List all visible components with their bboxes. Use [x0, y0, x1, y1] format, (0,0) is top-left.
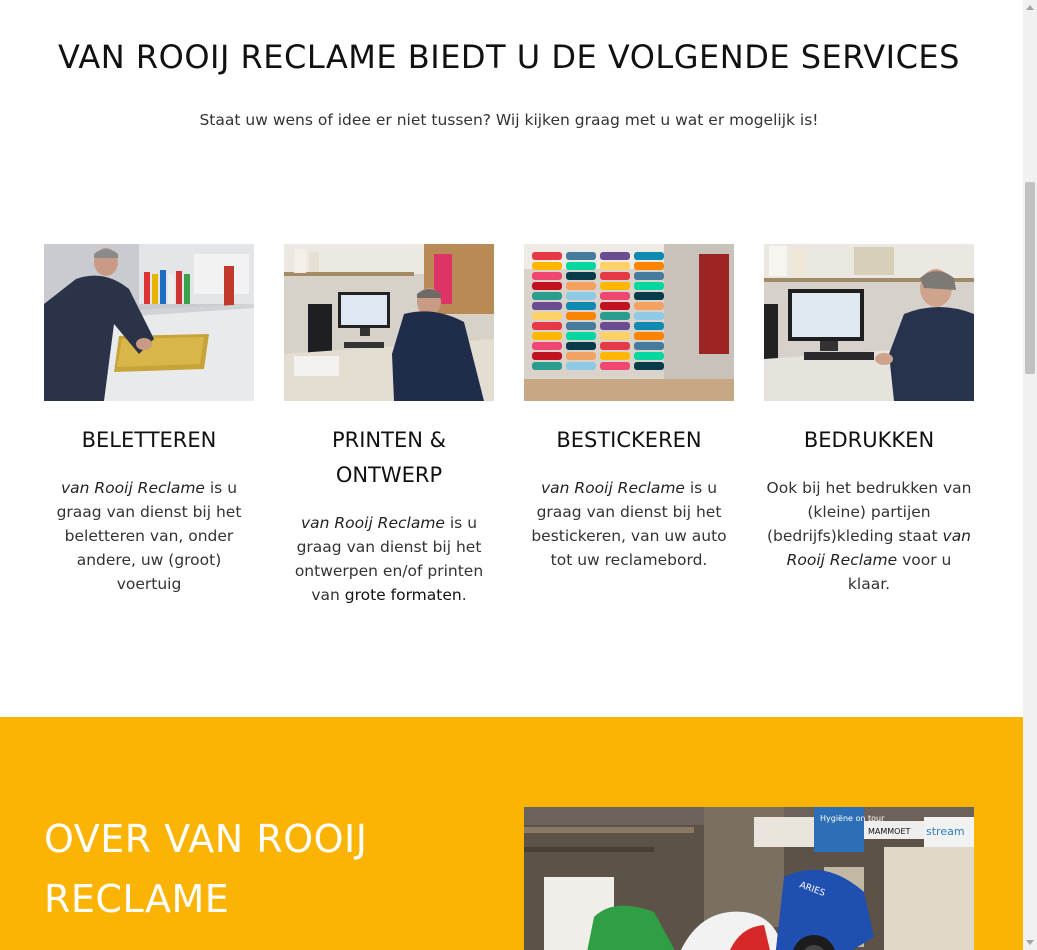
vinyl-roll — [600, 322, 630, 330]
service-photo-printen — [284, 244, 494, 401]
service-card-beletteren: BELETTEREN van Rooij Reclame is u graag … — [44, 244, 254, 596]
vinyl-roll — [634, 252, 664, 260]
vinyl-roll — [634, 342, 664, 350]
vinyl-roll — [566, 282, 596, 290]
brand-name: van Rooij Reclame — [60, 479, 205, 497]
vinyl-roll — [634, 332, 664, 340]
brand-name: van Rooij Reclame — [540, 479, 685, 497]
vinyl-roll — [566, 332, 596, 340]
vinyl-roll — [634, 302, 664, 310]
vinyl-roll — [600, 352, 630, 360]
vinyl-roll — [634, 262, 664, 270]
brand-name: van Rooij Reclame — [300, 514, 445, 532]
service-title-bedrukken: BEDRUKKEN — [803, 428, 935, 452]
scroll-down-icon[interactable] — [1026, 940, 1034, 945]
scroll-up-icon[interactable] — [1026, 5, 1034, 10]
page: VAN ROOIJ RECLAME BIEDT U DE VOLGENDE SE… — [0, 0, 1023, 950]
service-text-lead: Ook bij het bedrukken van (kleine) parti… — [766, 479, 972, 545]
vinyl-roll — [600, 302, 630, 310]
vinyl-roll — [566, 272, 596, 280]
vinyl-roll — [600, 292, 630, 300]
vinyl-roll — [634, 272, 664, 280]
service-title-bestickeren: BESTICKEREN — [556, 428, 702, 452]
vinyl-roll — [600, 262, 630, 270]
service-title-printen: PRINTEN & ONTWERP — [331, 428, 446, 487]
service-photo-bedrukken — [764, 244, 974, 401]
vinyl-roll — [566, 292, 596, 300]
about-title: OVER VAN ROOIJ RECLAME — [44, 817, 368, 921]
vinyl-roll — [532, 312, 562, 320]
service-text-beletteren: van Rooij Reclame is u graag van dienst … — [44, 476, 254, 596]
vinyl-roll — [566, 252, 596, 260]
scroll-thumb[interactable] — [1025, 182, 1035, 374]
vinyl-roll — [600, 332, 630, 340]
service-title-beletteren: BELETTEREN — [81, 428, 217, 452]
vinyl-roll — [634, 362, 664, 370]
service-photo-bestickeren — [524, 244, 734, 401]
service-text-strong: grote formaten — [344, 586, 462, 604]
about-section: OVER VAN ROOIJ RECLAME Hygiëne on tour M… — [0, 717, 1023, 950]
vinyl-roll — [566, 352, 596, 360]
vinyl-roll — [566, 312, 596, 320]
vinyl-roll — [566, 322, 596, 330]
service-card-bedrukken: BEDRUKKEN Ook bij het bedrukken van (kle… — [764, 244, 974, 596]
photo-sign-3: stream — [926, 825, 965, 838]
scrollbar[interactable] — [1023, 0, 1037, 950]
vinyl-roll — [532, 362, 562, 370]
vinyl-roll — [532, 282, 562, 290]
service-text-bestickeren: van Rooij Reclame is u graag van dienst … — [524, 476, 734, 572]
vinyl-roll — [600, 272, 630, 280]
vinyl-roll — [600, 342, 630, 350]
vinyl-roll — [634, 282, 664, 290]
vinyl-roll — [566, 362, 596, 370]
service-card-printen: PRINTEN & ONTWERP van Rooij Reclame is u… — [284, 244, 494, 607]
vinyl-roll — [634, 292, 664, 300]
service-card-bestickeren: BESTICKEREN van Rooij Reclame is u graag… — [524, 244, 734, 572]
services-subtitle: Staat uw wens of idee er niet tussen? Wi… — [199, 111, 819, 129]
vinyl-roll — [566, 342, 596, 350]
vinyl-roll — [634, 312, 664, 320]
vinyl-roll — [532, 342, 562, 350]
vinyl-roll — [600, 362, 630, 370]
services-title: VAN ROOIJ RECLAME BIEDT U DE VOLGENDE SE… — [58, 38, 960, 76]
vinyl-roll — [600, 312, 630, 320]
vinyl-roll — [532, 262, 562, 270]
vinyl-roll — [532, 302, 562, 310]
vinyl-roll — [566, 302, 596, 310]
vinyl-roll — [532, 292, 562, 300]
service-photo-beletteren — [44, 244, 254, 401]
service-text-printen: van Rooij Reclame is u graag van dienst … — [284, 511, 494, 607]
vinyl-roll — [634, 322, 664, 330]
vinyl-roll — [600, 252, 630, 260]
service-text-bedrukken: Ook bij het bedrukken van (kleine) parti… — [764, 476, 974, 596]
vinyl-roll — [532, 252, 562, 260]
vinyl-roll — [600, 282, 630, 290]
vinyl-roll — [634, 352, 664, 360]
vinyl-roll — [532, 352, 562, 360]
service-text-tail: . — [461, 586, 467, 604]
vinyl-roll — [532, 332, 562, 340]
vinyl-roll — [532, 322, 562, 330]
vinyl-roll — [566, 262, 596, 270]
photo-sign-2: MAMMOET — [868, 827, 911, 836]
vinyl-roll — [532, 272, 562, 280]
about-photo: Hygiëne on tour MAMMOET stream ARIES — [524, 807, 974, 950]
